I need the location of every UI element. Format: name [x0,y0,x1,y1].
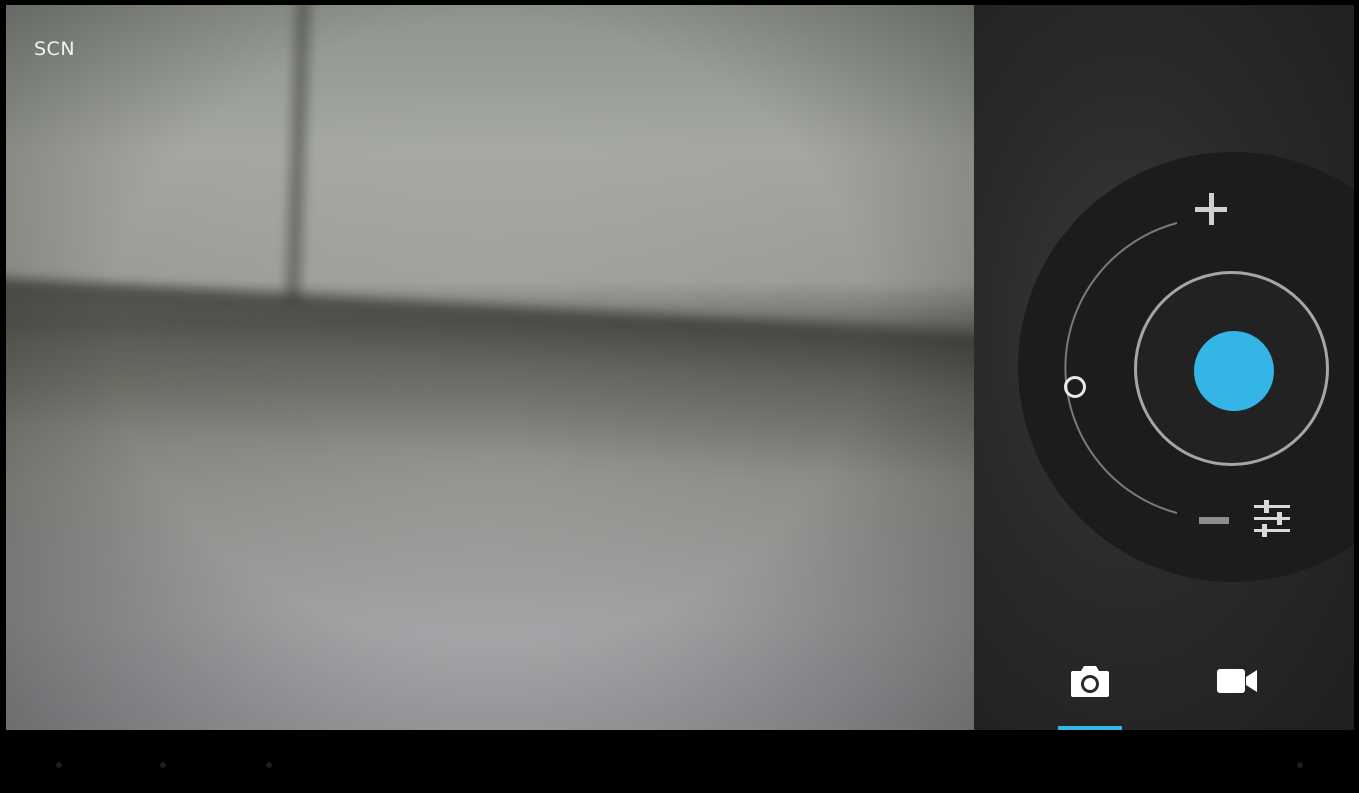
shutter-ring[interactable] [1134,271,1329,466]
zoom-in-icon[interactable] [1195,193,1227,225]
menu-icon[interactable] [1297,762,1303,768]
zoom-out-icon[interactable] [1199,517,1229,524]
viewfinder-vignette [6,5,974,730]
camera-control-panel [974,5,1354,730]
shutter-button[interactable] [1194,331,1274,411]
back-icon[interactable] [56,762,62,768]
home-icon[interactable] [160,762,166,768]
sliders-icon[interactable] [1250,499,1294,539]
recent-apps-icon[interactable] [266,762,272,768]
zoom-slider-knob[interactable] [1064,376,1086,398]
system-navigation-bar [0,730,1359,793]
camera-viewfinder[interactable]: SCN [6,5,974,730]
scene-mode-label[interactable]: SCN [34,38,75,60]
video-camera-icon[interactable] [1215,667,1259,695]
camera-icon[interactable] [1069,663,1111,699]
